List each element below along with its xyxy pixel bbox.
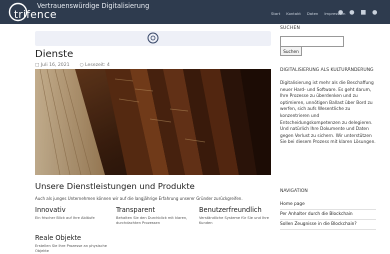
intro-text: Auch als junges Unternehmen können wir a…: [35, 196, 243, 201]
feature-title: Innovativ: [35, 206, 66, 214]
calendar-icon: □: [35, 63, 40, 68]
brand-tagline: Vertrauenswürdige Digitalisierung: [37, 2, 150, 10]
date-wrapper: □ Juli 16, 2021: [35, 63, 70, 68]
trifence-logo-icon: [147, 32, 159, 44]
hero-image-books: [35, 69, 271, 175]
digitalisierung-heading: DIGITALISIERUNG ALS KULTURÄNDERUNG: [280, 68, 374, 73]
nav-link-zeugnisse[interactable]: Sollen Zeugnisse in die Blockchain?: [280, 222, 376, 227]
feature-reale-objekte: Reale Objekte Erstellen Sie Ihre Prozess…: [35, 234, 111, 254]
navigation-list: Home page Per Anhalter durch die Blockch…: [280, 200, 376, 230]
feature-title: Reale Objekte: [35, 234, 82, 242]
post-meta: □ Juli 16, 2021 ○ Lesezeit: 4: [35, 63, 110, 68]
brand-name[interactable]: trifence: [14, 9, 57, 21]
feature-title: Transparent: [116, 206, 156, 214]
section-title: Unsere Dienstleistungen und Produkte: [35, 181, 195, 191]
page-banner: [35, 31, 271, 46]
search-heading: SUCHEN: [280, 26, 301, 31]
feature-text: Ein frischer Blick auf Ihre Abläufe: [35, 216, 95, 220]
nav-link-home[interactable]: Home page: [280, 202, 376, 207]
twitter-icon[interactable]: ●: [349, 9, 354, 16]
navigation-heading: NAVIGATION: [280, 189, 308, 194]
reading-time: Lesezeit: 4: [85, 63, 110, 68]
search-button[interactable]: Suchen: [280, 46, 302, 56]
list-item[interactable]: Home page: [280, 200, 376, 210]
feature-benutzerfreundlich: Benutzerfreundlich Verständliche Systeme…: [199, 206, 271, 226]
linkedin-icon[interactable]: ■: [361, 9, 367, 16]
post-date: Juli 16, 2021: [40, 63, 70, 68]
reading-wrapper: ○ Lesezeit: 4: [80, 63, 110, 68]
facebook-icon[interactable]: ●: [338, 9, 343, 16]
feature-text: Verständliche Systeme für Sie und Ihre K…: [199, 216, 269, 225]
top-header: trifence Vertrauenswürdige Digitalisieru…: [0, 0, 390, 24]
rss-icon[interactable]: ●: [372, 9, 377, 16]
nav-kontakt[interactable]: Kontakt: [286, 11, 301, 16]
nav-start[interactable]: Start: [271, 11, 280, 16]
feature-text: Erstellen Sie Ihre Prozesse an physische…: [35, 244, 108, 253]
feature-innovativ: Innovativ Ein frischer Blick auf Ihre Ab…: [35, 206, 111, 221]
main-content: Dienste □ Juli 16, 2021 ○ Lesezeit: 4 Un…: [35, 25, 271, 253]
page-title: Dienste: [35, 49, 74, 60]
nav-daten[interactable]: Daten: [307, 11, 318, 16]
social-links: ● ● ■ ●: [338, 9, 377, 16]
list-item[interactable]: Sollen Zeugnisse in die Blockchain?: [280, 220, 376, 230]
feature-title: Benutzerfreundlich: [199, 206, 262, 214]
feature-text: Behalten Sie den Durchblick mit klaren, …: [116, 216, 188, 225]
feature-transparent: Transparent Behalten Sie den Durchblick …: [116, 206, 192, 226]
clock-icon: ○: [79, 63, 84, 68]
list-item[interactable]: Per Anhalter durch die Blockchain: [280, 210, 376, 220]
nav-link-blockchain[interactable]: Per Anhalter durch die Blockchain: [280, 212, 376, 217]
digitalisierung-text: Digitalisierung ist mehr als die Beschaf…: [280, 81, 376, 146]
sidebar: SUCHEN Suchen DIGITALISIERUNG ALS KULTUR…: [280, 26, 376, 230]
top-navigation: Start Kontakt Daten Impressum: [271, 11, 345, 16]
